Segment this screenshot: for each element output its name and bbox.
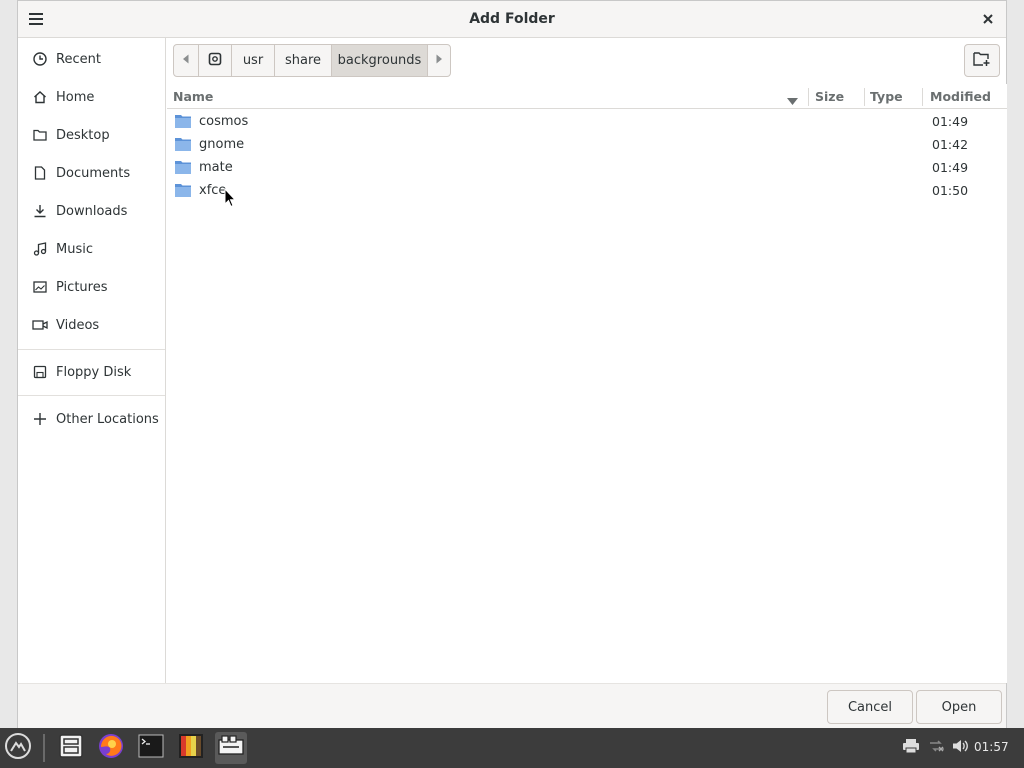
file-row-cosmos[interactable]: cosmos 01:49 <box>167 110 1007 133</box>
cancel-button[interactable]: Cancel <box>827 690 913 724</box>
file-cabinet-icon <box>58 733 84 763</box>
sidebar-item-label: Desktop <box>56 127 110 143</box>
new-folder-icon <box>973 51 991 71</box>
volume-icon[interactable] <box>952 738 970 758</box>
sidebar-item-label: Documents <box>56 165 131 181</box>
home-icon <box>32 89 48 105</box>
clock-icon <box>32 51 48 67</box>
sidebar-item-music[interactable]: Music <box>18 233 165 265</box>
dialog-title: Add Folder <box>469 11 555 27</box>
sidebar-item-desktop[interactable]: Desktop <box>18 119 165 151</box>
drive-icon <box>208 52 222 70</box>
sidebar-item-recent[interactable]: Recent <box>18 43 165 75</box>
taskbar-divider <box>43 734 45 762</box>
sidebar-divider <box>18 349 165 350</box>
sidebar-item-videos[interactable]: Videos <box>18 309 165 341</box>
file-modified: 01:50 <box>932 183 969 198</box>
picture-icon <box>32 279 48 295</box>
firefox-icon <box>97 732 125 764</box>
plus-icon <box>32 411 48 427</box>
sidebar-item-home[interactable]: Home <box>18 81 165 113</box>
column-header-size[interactable]: Size <box>809 84 864 109</box>
file-row-xfce[interactable]: xfce 01:50 <box>167 179 1007 202</box>
mouse-pointer-icon <box>224 187 237 212</box>
add-folder-dialog: Add Folder Recent Home Desktop Documents… <box>17 0 1007 728</box>
new-folder-button[interactable] <box>964 44 1000 77</box>
taskbar-app-image-viewer[interactable] <box>175 732 207 764</box>
distro-logo-icon <box>4 732 32 764</box>
column-divider <box>922 88 923 106</box>
path-segment-usr[interactable]: usr <box>231 44 275 77</box>
path-segment-backgrounds[interactable]: backgrounds <box>331 44 428 77</box>
app-window-icon <box>217 734 245 762</box>
sort-descending-icon <box>787 93 798 108</box>
column-header-type[interactable]: Type <box>864 84 922 109</box>
dialog-footer: Cancel Open <box>18 683 1006 728</box>
open-button[interactable]: Open <box>916 690 1002 724</box>
file-modified: 01:49 <box>932 114 969 129</box>
sidebar-item-documents[interactable]: Documents <box>18 157 165 189</box>
sidebar-item-label: Videos <box>56 317 100 333</box>
sidebar-item-label: Pictures <box>56 279 108 295</box>
column-headers: Name Size Type Modified <box>167 84 1007 109</box>
path-root-button[interactable] <box>198 44 232 77</box>
download-icon <box>32 203 48 219</box>
taskbar-app-active-dialog[interactable] <box>215 732 247 764</box>
clock[interactable]: 01:57 <box>974 740 1009 754</box>
path-forward-button[interactable] <box>427 44 451 77</box>
sidebar-item-floppy-disk[interactable]: Floppy Disk <box>18 356 165 388</box>
folder-icon <box>174 113 192 129</box>
file-name: mate <box>199 160 233 175</box>
network-disconnected-icon[interactable] <box>928 738 946 758</box>
column-header-modified[interactable]: Modified <box>924 84 1007 109</box>
path-back-button[interactable] <box>173 44 199 77</box>
sidebar-item-downloads[interactable]: Downloads <box>18 195 165 227</box>
folder-icon <box>174 182 192 198</box>
file-name: xfce <box>199 183 227 198</box>
printer-icon[interactable] <box>902 738 920 758</box>
file-modified: 01:42 <box>932 137 969 152</box>
close-icon[interactable] <box>976 7 1000 31</box>
sidebar-item-label: Floppy Disk <box>56 364 132 380</box>
title-bar: Add Folder <box>18 1 1006 38</box>
floppy-icon <box>32 364 48 380</box>
taskbar: 01:57 <box>0 728 1024 768</box>
file-name: gnome <box>199 137 245 152</box>
sidebar-item-label: Other Locations <box>56 411 159 427</box>
file-list: Name Size Type Modified cosmos 01:49 gno… <box>167 84 1007 683</box>
taskbar-app-terminal[interactable] <box>135 732 167 764</box>
path-bar: usr share backgrounds <box>173 44 451 77</box>
sidebar-divider <box>18 395 165 396</box>
sidebar-item-label: Recent <box>56 51 101 67</box>
folder-icon <box>174 159 192 175</box>
system-tray <box>902 728 970 768</box>
sidebar-item-other-locations[interactable]: Other Locations <box>18 403 165 435</box>
sidebar-item-pictures[interactable]: Pictures <box>18 271 165 303</box>
taskbar-app-firefox[interactable] <box>95 732 127 764</box>
file-name: cosmos <box>199 114 249 129</box>
terminal-icon <box>138 734 164 762</box>
path-segment-share[interactable]: share <box>274 44 332 77</box>
column-header-name[interactable]: Name <box>167 84 808 109</box>
folder-icon <box>174 136 192 152</box>
sidebar-item-label: Home <box>56 89 95 105</box>
sidebar-item-label: Downloads <box>56 203 128 219</box>
chevron-left-icon <box>182 53 190 68</box>
taskbar-app-file-manager[interactable] <box>55 732 87 764</box>
chevron-right-icon <box>435 53 443 68</box>
sidebar-item-label: Music <box>56 241 93 257</box>
app-menu-button[interactable] <box>2 732 34 764</box>
video-icon <box>32 317 48 333</box>
document-icon <box>32 165 48 181</box>
image-app-icon <box>178 733 204 763</box>
folder-icon <box>32 127 48 143</box>
file-row-mate[interactable]: mate 01:49 <box>167 156 1007 179</box>
file-modified: 01:49 <box>932 160 969 175</box>
column-name-label: Name <box>173 89 214 104</box>
music-icon <box>32 241 48 257</box>
file-row-gnome[interactable]: gnome 01:42 <box>167 133 1007 156</box>
places-sidebar: Recent Home Desktop Documents Downloads … <box>18 38 166 683</box>
